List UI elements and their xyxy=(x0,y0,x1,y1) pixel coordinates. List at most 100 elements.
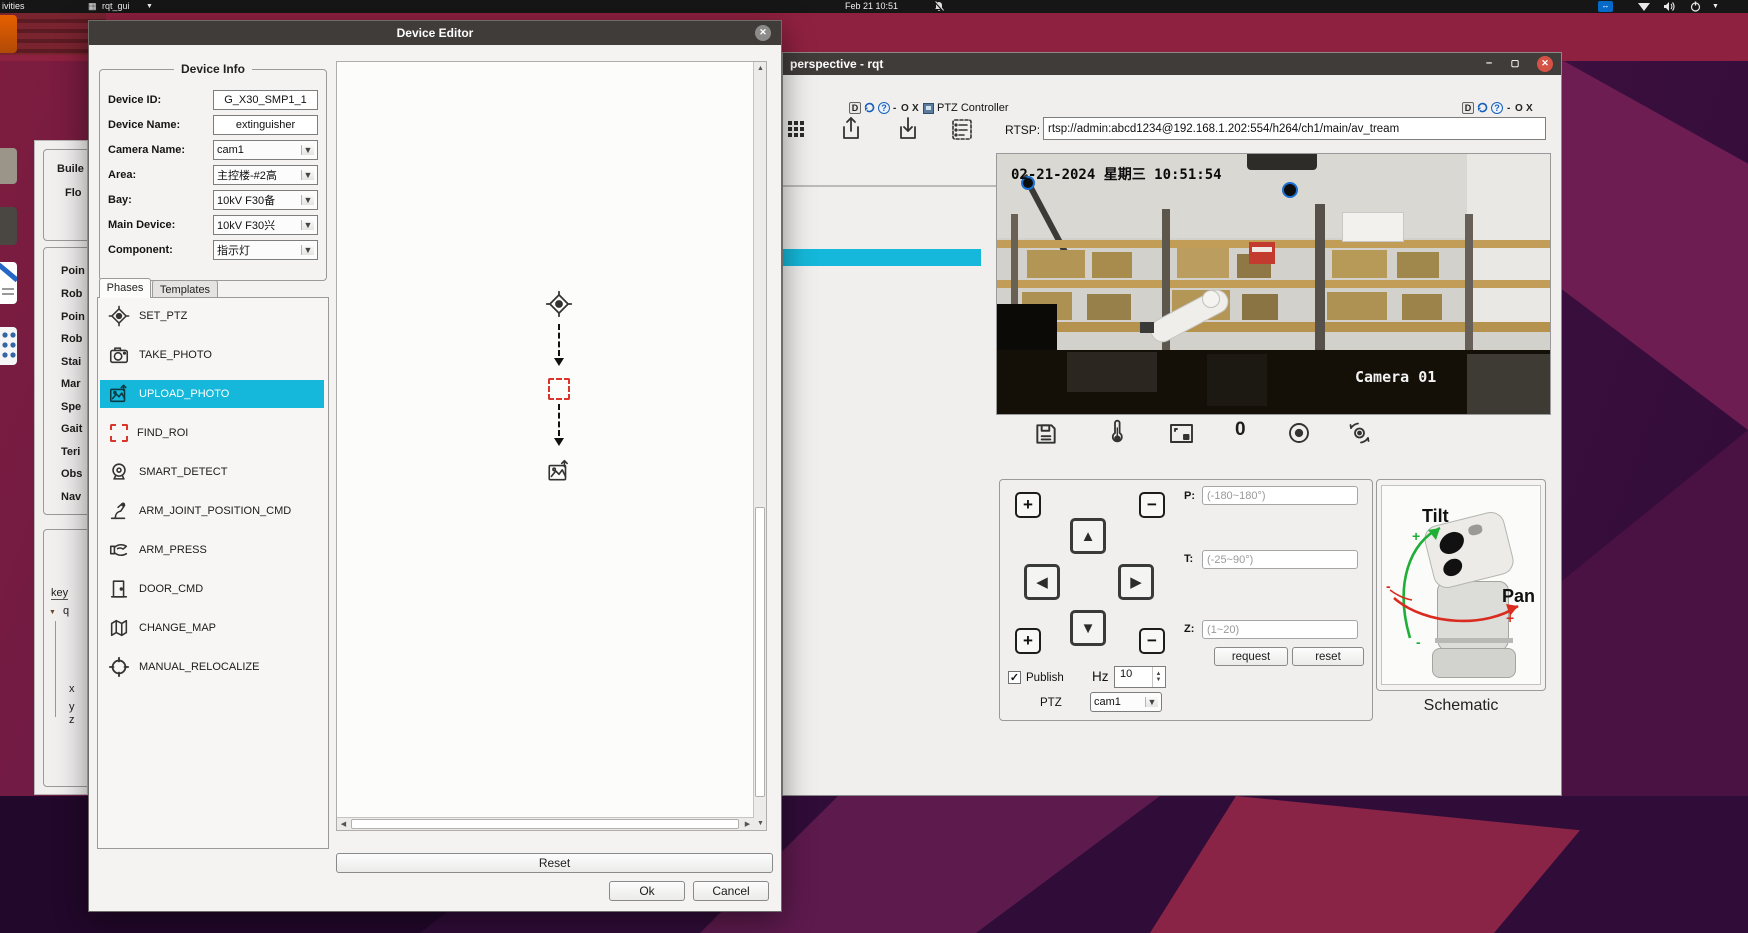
reset-button[interactable]: Reset xyxy=(336,853,773,873)
tilt-input[interactable] xyxy=(1202,550,1358,569)
close-button[interactable]: ✕ xyxy=(1537,56,1553,72)
dock-close-button[interactable]: X xyxy=(1526,103,1533,114)
bg-label[interactable]: Spe xyxy=(61,401,81,413)
zoom-in-button[interactable]: + xyxy=(1015,492,1041,518)
network-icon[interactable] xyxy=(1638,3,1650,11)
hz-spinner[interactable]: 10 ▲▼ xyxy=(1114,666,1166,688)
chevron-down-icon[interactable]: ▼ xyxy=(1712,1,1719,12)
main-device-select[interactable]: 10kV F30兴▼ xyxy=(213,215,318,235)
zoom-in-button-2[interactable]: + xyxy=(1015,628,1041,654)
bg-label[interactable]: Nav xyxy=(61,491,81,503)
close-icon[interactable]: ✕ xyxy=(755,25,771,41)
device-editor-titlebar[interactable]: Device Editor ✕ xyxy=(89,21,781,45)
record-icon[interactable] xyxy=(1286,420,1312,451)
app-menu-label[interactable]: rqt_gui xyxy=(102,1,130,12)
vertical-scrollbar[interactable]: ▲ ▼ xyxy=(753,62,766,830)
bg-label[interactable]: Gait xyxy=(61,423,82,435)
tree-node[interactable]: q xyxy=(63,605,69,617)
minimize-button[interactable]: – xyxy=(1481,56,1497,72)
request-button[interactable]: request xyxy=(1214,647,1288,666)
share-export-icon[interactable] xyxy=(838,115,864,148)
vertical-scrollbar-thumb[interactable] xyxy=(755,507,765,797)
ptz-camera-select[interactable]: cam1▼ xyxy=(1090,692,1162,712)
phase-item-take-photo[interactable]: TAKE_PHOTO xyxy=(100,341,324,369)
phase-item-smart-detect[interactable]: SMART_DETECT xyxy=(100,458,324,486)
publish-checkbox[interactable]: ✓ xyxy=(1008,671,1021,684)
tree-header[interactable]: key xyxy=(51,587,68,600)
flow-node-upload-photo[interactable] xyxy=(546,458,572,489)
ptz-reset-button[interactable]: reset xyxy=(1292,647,1364,666)
phase-item-manual-relocalize[interactable]: MANUAL_RELOCALIZE xyxy=(100,653,324,681)
flow-node-set-ptz[interactable] xyxy=(545,290,573,323)
ptz-camera-icon[interactable] xyxy=(1346,420,1373,451)
tilt-down-button[interactable]: ▼ xyxy=(1070,610,1106,646)
teamviewer-icon[interactable]: ↔ xyxy=(1598,1,1613,12)
volume-icon[interactable] xyxy=(1663,1,1675,15)
dock-files-icon[interactable] xyxy=(0,148,17,184)
phase-item-change-map[interactable]: CHANGE_MAP xyxy=(100,614,324,642)
flow-node-find-roi[interactable] xyxy=(548,378,570,400)
zoom-out-button-2[interactable]: − xyxy=(1139,628,1165,654)
camera-name-select[interactable]: cam1▼ xyxy=(213,140,318,160)
bay-select[interactable]: 10kV F30备▼ xyxy=(213,190,318,210)
component-select[interactable]: 指示灯▼ xyxy=(213,240,318,260)
device-name-input[interactable] xyxy=(213,115,318,135)
dock-terminal-icon[interactable] xyxy=(0,207,17,245)
spinner-arrows-icon[interactable]: ▲▼ xyxy=(1152,667,1164,687)
rqt-titlebar[interactable]: perspective - rqt – ▢ ✕ xyxy=(783,53,1561,75)
bg-label[interactable]: Rob xyxy=(61,288,82,300)
device-id-input[interactable] xyxy=(213,90,318,110)
scroll-up-icon[interactable]: ▲ xyxy=(754,62,767,75)
dock-min-button[interactable]: - xyxy=(893,103,896,114)
checklist-icon[interactable] xyxy=(949,116,975,147)
tree-node[interactable]: z xyxy=(69,714,75,726)
tree-node[interactable]: x xyxy=(69,683,75,695)
help-icon[interactable]: ? xyxy=(878,102,890,114)
rtsp-input[interactable] xyxy=(1043,117,1546,140)
tilt-up-button[interactable]: ▲ xyxy=(1070,518,1106,554)
bg-label[interactable]: Teri xyxy=(61,446,80,458)
bg-label[interactable]: Buile xyxy=(57,163,84,175)
cancel-button[interactable]: Cancel xyxy=(693,881,769,901)
phase-item-find-roi[interactable]: FIND_ROI xyxy=(100,419,324,447)
dock-badge[interactable]: D xyxy=(1462,102,1474,114)
phase-item-upload-photo[interactable]: UPLOAD_PHOTO xyxy=(100,380,324,408)
tree-expander-icon[interactable]: ▼ xyxy=(49,609,56,616)
dock-badge[interactable]: D xyxy=(849,102,861,114)
zoom-out-button[interactable]: − xyxy=(1139,492,1165,518)
ok-button[interactable]: Ok xyxy=(609,881,685,901)
tab-templates[interactable]: Templates xyxy=(152,280,218,298)
pan-left-button[interactable]: ◀ xyxy=(1024,564,1060,600)
bg-label[interactable]: Obs xyxy=(61,468,82,480)
phase-item-set-ptz[interactable]: SET_PTZ xyxy=(100,302,324,330)
camera-video-feed[interactable]: 02-21-2024 星期三 10:51:54 Ca xyxy=(996,153,1551,415)
download-icon[interactable] xyxy=(895,115,921,148)
save-snapshot-icon[interactable] xyxy=(1033,421,1059,452)
tree-node[interactable]: y xyxy=(69,701,75,713)
power-icon[interactable] xyxy=(1690,1,1701,15)
bg-label[interactable]: Flo xyxy=(65,187,82,199)
activities-label[interactable]: ivities xyxy=(2,1,25,12)
help-icon[interactable]: ? xyxy=(1491,102,1503,114)
bg-label[interactable]: Mar xyxy=(61,378,81,390)
horizontal-scrollbar[interactable]: ◀ ▶ xyxy=(337,817,754,830)
zoom-input[interactable] xyxy=(1202,620,1358,639)
dock-float-button[interactable]: O xyxy=(901,103,909,114)
dock-firefox-icon[interactable] xyxy=(0,15,17,53)
dock-float-button[interactable]: O xyxy=(1515,103,1523,114)
fullscreen-frame-icon[interactable] xyxy=(1168,422,1195,451)
bg-label[interactable]: Poin xyxy=(61,311,85,323)
phase-item-arm-joint[interactable]: ARM_JOINT_POSITION_CMD xyxy=(100,497,324,525)
dock-min-button[interactable]: - xyxy=(1507,103,1510,114)
scroll-right-icon[interactable]: ▶ xyxy=(741,818,754,831)
dock-close-button[interactable]: X xyxy=(912,103,919,114)
area-select[interactable]: 主控楼-#2高▼ xyxy=(213,165,318,185)
bg-label[interactable]: Stai xyxy=(61,356,81,368)
scroll-down-icon[interactable]: ▼ xyxy=(754,817,767,830)
tab-phases[interactable]: Phases xyxy=(99,278,151,298)
clock-label[interactable]: Feb 21 10:51 xyxy=(845,1,898,12)
zoom-zero-label[interactable]: 0 xyxy=(1235,419,1246,441)
bg-label[interactable]: Poin xyxy=(61,265,85,277)
grid-view-icon[interactable] xyxy=(785,117,809,146)
pan-input[interactable] xyxy=(1202,486,1358,505)
